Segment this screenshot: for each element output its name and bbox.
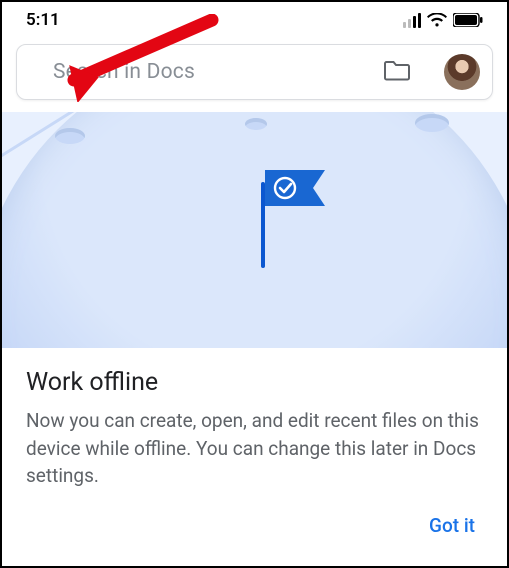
- card-body: Now you can create, open, and edit recen…: [26, 407, 483, 490]
- search-bar[interactable]: Search in Docs: [16, 44, 493, 100]
- wifi-icon: [427, 13, 447, 28]
- card-actions: Got it: [26, 508, 483, 543]
- card-title: Work offline: [26, 368, 483, 397]
- flag-check-icon: [263, 168, 333, 216]
- offline-illustration: [2, 112, 507, 348]
- battery-icon: [453, 13, 483, 27]
- cellular-signal-icon: [403, 13, 421, 28]
- work-offline-card: Work offline Now you can create, open, a…: [2, 348, 507, 553]
- status-bar: 5:11: [2, 2, 507, 38]
- got-it-button[interactable]: Got it: [421, 508, 483, 543]
- status-indicators: [403, 13, 483, 28]
- folder-outline-icon: [384, 66, 410, 85]
- moon-surface: [2, 112, 507, 348]
- folder-button[interactable]: [384, 59, 410, 85]
- status-time: 5:11: [26, 10, 60, 30]
- search-input[interactable]: Search in Docs: [53, 60, 364, 84]
- account-avatar[interactable]: [444, 54, 480, 90]
